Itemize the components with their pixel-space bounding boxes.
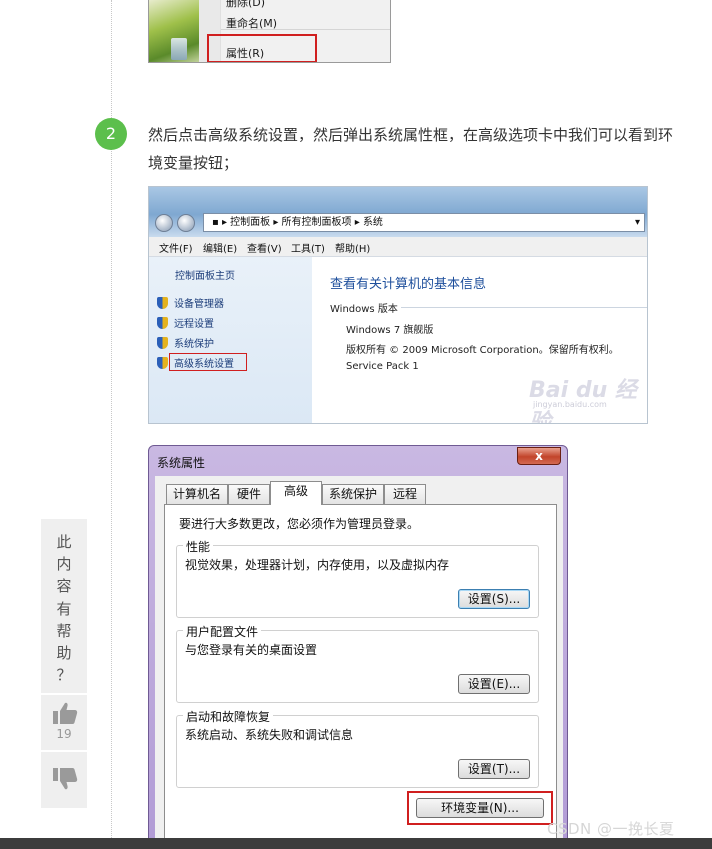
widget-divider: [41, 693, 87, 695]
tab-computer-name: 计算机名: [166, 484, 228, 504]
widget-divider: [41, 750, 87, 752]
thumbs-down-icon[interactable]: [52, 767, 78, 791]
highlight-box-env: [407, 791, 553, 825]
sidebar-item-label: 远程设置: [174, 319, 214, 330]
breadcrumb-item: 所有控制面板项: [281, 217, 352, 228]
startup-recovery-settings-button: 设置(T)...: [458, 759, 530, 779]
menu-tools: 工具(T): [291, 244, 325, 255]
menu-edit: 编辑(E): [203, 244, 238, 255]
group-description: 视觉效果，处理器计划，内存使用，以及虚拟内存: [185, 558, 450, 572]
shield-icon: [157, 297, 168, 309]
dropdown-arrow-icon: ▾: [634, 217, 640, 228]
tab-system-protection: 系统保护: [322, 484, 384, 504]
recycle-bin-icon: [171, 38, 187, 60]
system-info-title: 查看有关计算机的基本信息: [330, 277, 487, 292]
windows-edition: Windows 7 旗舰版: [346, 325, 434, 336]
control-panel-home-link: 控制面板主页: [175, 271, 235, 282]
menu-bar: 文件(F) 编辑(E) 查看(V) 工具(T) 帮助(H): [149, 237, 647, 257]
bottom-bar: [0, 838, 712, 849]
breadcrumb-separator-icon: ▸: [351, 217, 363, 228]
group-title: 启动和故障恢复: [183, 708, 274, 725]
sidebar-item-device-manager: 设备管理器: [157, 295, 224, 311]
sidebar-item-label: 系统保护: [174, 339, 214, 350]
group-title: 用户配置文件: [183, 623, 262, 640]
question-char: 容: [56, 577, 72, 596]
group-user-profiles: 用户配置文件 与您登录有关的桌面设置 设置(E)...: [176, 623, 539, 703]
question-char: 帮: [56, 621, 72, 640]
thumbs-up-icon[interactable]: [52, 701, 78, 725]
highlight-box-advanced: [169, 353, 247, 371]
performance-settings-button: 设置(S)...: [458, 589, 530, 609]
group-startup-recovery: 启动和故障恢复 系统启动、系统失败和调试信息 设置(T)...: [176, 708, 539, 788]
tab-hardware: 硬件: [228, 484, 270, 504]
group-divider: [401, 307, 647, 308]
baidu-watermark-url: jingyan.baidu.com: [533, 400, 607, 409]
feedback-question: 此 内 容 有 帮 助 ？: [41, 531, 87, 686]
question-char: ？: [56, 666, 72, 685]
context-menu-screenshot: 删除(D) 重命名(M) 属性(R): [148, 0, 391, 63]
windows-version-label: Windows 版本: [330, 304, 398, 315]
service-pack: Service Pack 1: [346, 361, 419, 372]
copyright-text: 版权所有 © 2009 Microsoft Corporation。保留所有权利…: [346, 345, 619, 356]
question-char: 内: [56, 555, 72, 574]
group-performance: 性能 视觉效果，处理器计划，内存使用，以及虚拟内存 设置(S)...: [176, 538, 539, 618]
step-number-badge: 2: [95, 118, 127, 150]
tab-remote: 远程: [384, 484, 426, 504]
admin-note: 要进行大多数更改，您必须作为管理员登录。: [179, 517, 420, 531]
baidu-watermark: Bai du 经验: [529, 378, 637, 424]
dialog-title: 系统属性: [157, 456, 206, 470]
menu-view: 查看(V): [247, 244, 282, 255]
breadcrumb-separator-icon: ▸: [270, 217, 282, 228]
breadcrumb-item: 控制面板: [230, 217, 271, 228]
sidebar-item-remote: 远程设置: [157, 315, 214, 331]
shield-icon: [157, 337, 168, 349]
shield-icon: [157, 357, 168, 369]
feedback-widget: 此 内 容 有 帮 助 ？ 19: [41, 519, 87, 808]
sidebar-item-label: 设备管理器: [174, 299, 224, 310]
group-title: 性能: [183, 538, 214, 555]
sidebar-item-protection: 系统保护: [157, 335, 214, 351]
control-panel-sidebar: 控制面板主页 设备管理器 远程设置 系统保护 高级系统设置: [149, 257, 312, 423]
user-profiles-settings-button: 设置(E)...: [458, 674, 530, 694]
breadcrumb: ▪ ▸ 控制面板 ▸ 所有控制面板项 ▸ 系统 ▾: [203, 213, 645, 232]
forward-arrow-icon: [177, 214, 195, 232]
question-char: 此: [56, 533, 72, 551]
menu-file: 文件(F): [159, 244, 193, 255]
desktop-wallpaper: [149, 0, 199, 62]
address-bar-area: ▪ ▸ 控制面板 ▸ 所有控制面板项 ▸ 系统 ▾: [149, 187, 647, 237]
like-count: 19: [56, 727, 72, 741]
menu-help: 帮助(H): [335, 244, 371, 255]
tab-advanced: 高级: [270, 481, 322, 505]
question-char: 有: [56, 599, 72, 618]
shield-icon: [157, 317, 168, 329]
control-panel-screenshot: ▪ ▸ 控制面板 ▸ 所有控制面板项 ▸ 系统 ▾ 文件(F) 编辑(E) 查看…: [148, 186, 648, 424]
breadcrumb-item: 系统: [362, 217, 383, 228]
tab-page-advanced: 要进行大多数更改，您必须作为管理员登录。 性能 视觉效果，处理器计划，内存使用，…: [164, 504, 557, 838]
group-description: 与您登录有关的桌面设置: [185, 643, 318, 657]
group-description: 系统启动、系统失败和调试信息: [185, 728, 354, 742]
computer-icon: ▪ ▸: [212, 217, 231, 228]
system-properties-dialog: 系统属性 x 计算机名 硬件 高级 系统保护 远程 要进行大多数更改，您必须作为…: [148, 445, 568, 839]
menu-item-delete: 删除(D): [226, 0, 266, 9]
highlight-box-properties: [207, 34, 317, 62]
menu-separator: [221, 29, 390, 30]
question-char: 助: [56, 644, 72, 663]
csdn-watermark: CSDN @一挽长夏: [547, 820, 675, 838]
dialog-body: 计算机名 硬件 高级 系统保护 远程 要进行大多数更改，您必须作为管理员登录。 …: [155, 476, 563, 838]
step-description: 然后点击高级系统设置，然后弹出系统属性框，在高级选项卡中我们可以看到环境变量按钮…: [148, 126, 674, 172]
close-button: x: [517, 447, 561, 465]
back-arrow-icon: [155, 214, 173, 232]
